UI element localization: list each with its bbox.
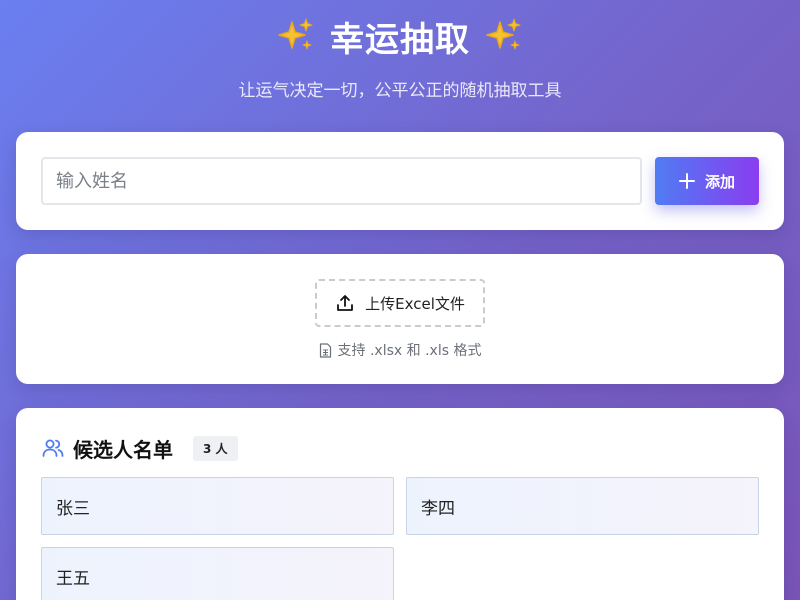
add-button-label: 添加 xyxy=(704,172,735,191)
upload-card: 上传Excel文件 支持 .xlsx 和 .xls 格式 xyxy=(16,254,784,384)
upload-button-label: 上传Excel文件 xyxy=(365,294,465,313)
candidate-list-title: 候选人名单 xyxy=(73,437,173,462)
candidate-count-badge: 3 人 xyxy=(193,435,238,461)
page-subtitle: 让运气决定一切，公平公正的随机抽取工具 xyxy=(238,81,562,101)
users-icon xyxy=(41,436,65,460)
candidate-list-header: 候选人名单 3 人 xyxy=(41,434,238,462)
upload-icon xyxy=(335,293,355,313)
candidate-list-card: 候选人名单 3 人 张三 李四 王五 xyxy=(16,408,784,600)
upload-format-hint: 支持 .xlsx 和 .xls 格式 xyxy=(16,340,784,360)
upload-hint-text: 支持 .xlsx 和 .xls 格式 xyxy=(337,343,482,359)
candidate-item[interactable]: 王五 xyxy=(41,547,394,600)
title-row: 幸运抽取 xyxy=(0,8,800,64)
header: 幸运抽取 让运气决定一切，公平公正的随机抽取工具 xyxy=(0,0,800,120)
add-name-card: 添加 xyxy=(16,132,784,230)
file-spreadsheet-icon xyxy=(319,342,332,358)
upload-excel-button[interactable]: 上传Excel文件 xyxy=(315,279,485,327)
candidate-item[interactable]: 张三 xyxy=(41,477,394,535)
sparkles-icon xyxy=(484,16,524,56)
sparkles-icon xyxy=(276,16,316,56)
page-title: 幸运抽取 xyxy=(330,19,470,60)
candidate-item[interactable]: 李四 xyxy=(406,477,759,535)
plus-icon xyxy=(678,173,695,189)
add-button[interactable]: 添加 xyxy=(655,157,759,205)
name-input[interactable] xyxy=(41,157,642,205)
